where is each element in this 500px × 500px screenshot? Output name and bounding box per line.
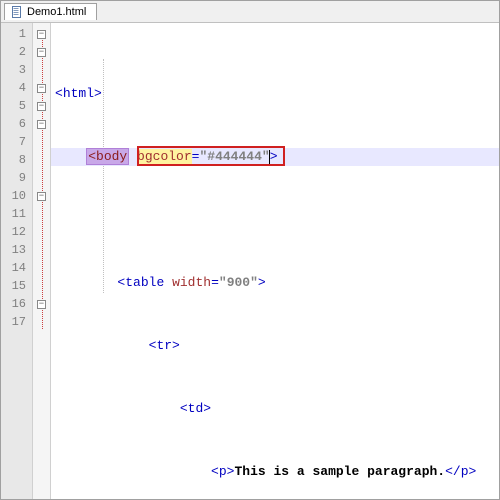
line-number: 9: [1, 169, 32, 187]
fold-toggle[interactable]: −: [37, 48, 46, 57]
line-number-gutter: 1234567891011121314151617: [1, 23, 33, 499]
tab-bar: Demo1.html: [1, 1, 499, 23]
code-line[interactable]: [51, 211, 499, 229]
fold-gutter: − − − − − − −: [33, 23, 51, 499]
fold-toggle[interactable]: −: [37, 84, 46, 93]
editor-window: Demo1.html 1234567891011121314151617 − −…: [0, 0, 500, 500]
line-number: 8: [1, 151, 32, 169]
line-number: 4: [1, 79, 32, 97]
fold-toggle[interactable]: −: [37, 30, 46, 39]
line-number: 1: [1, 25, 32, 43]
code-line[interactable]: <html>: [51, 85, 499, 103]
line-number: 2: [1, 43, 32, 61]
line-number: 13: [1, 241, 32, 259]
code-line[interactable]: <td>: [51, 400, 499, 418]
line-number: 6: [1, 115, 32, 133]
fold-toggle[interactable]: −: [37, 300, 46, 309]
file-icon: [11, 6, 23, 18]
line-number: 12: [1, 223, 32, 241]
fold-toggle[interactable]: −: [37, 192, 46, 201]
code-line[interactable]: <p>This is a sample paragraph.</p>: [51, 463, 499, 481]
line-number: 3: [1, 61, 32, 79]
tab-filename: Demo1.html: [27, 6, 86, 18]
line-number: 11: [1, 205, 32, 223]
line-number: 5: [1, 97, 32, 115]
file-tab[interactable]: Demo1.html: [4, 3, 97, 20]
code-line[interactable]: <body bgcolor="#444444">: [51, 148, 499, 166]
code-line[interactable]: <table width="900">: [51, 274, 499, 292]
line-number: 17: [1, 313, 32, 331]
line-number: 7: [1, 133, 32, 151]
line-number: 10: [1, 187, 32, 205]
line-number: 16: [1, 295, 32, 313]
fold-toggle[interactable]: −: [37, 102, 46, 111]
line-number: 14: [1, 259, 32, 277]
fold-toggle[interactable]: −: [37, 120, 46, 129]
code-line[interactable]: <tr>: [51, 337, 499, 355]
code-area[interactable]: <html> <body bgcolor="#444444"> <table w…: [51, 23, 499, 499]
body-open-tag: <body: [86, 148, 129, 165]
attr-bgcolor: bgcolor: [137, 149, 192, 164]
code-editor[interactable]: 1234567891011121314151617 − − − − − − − …: [1, 23, 499, 499]
line-number: 15: [1, 277, 32, 295]
